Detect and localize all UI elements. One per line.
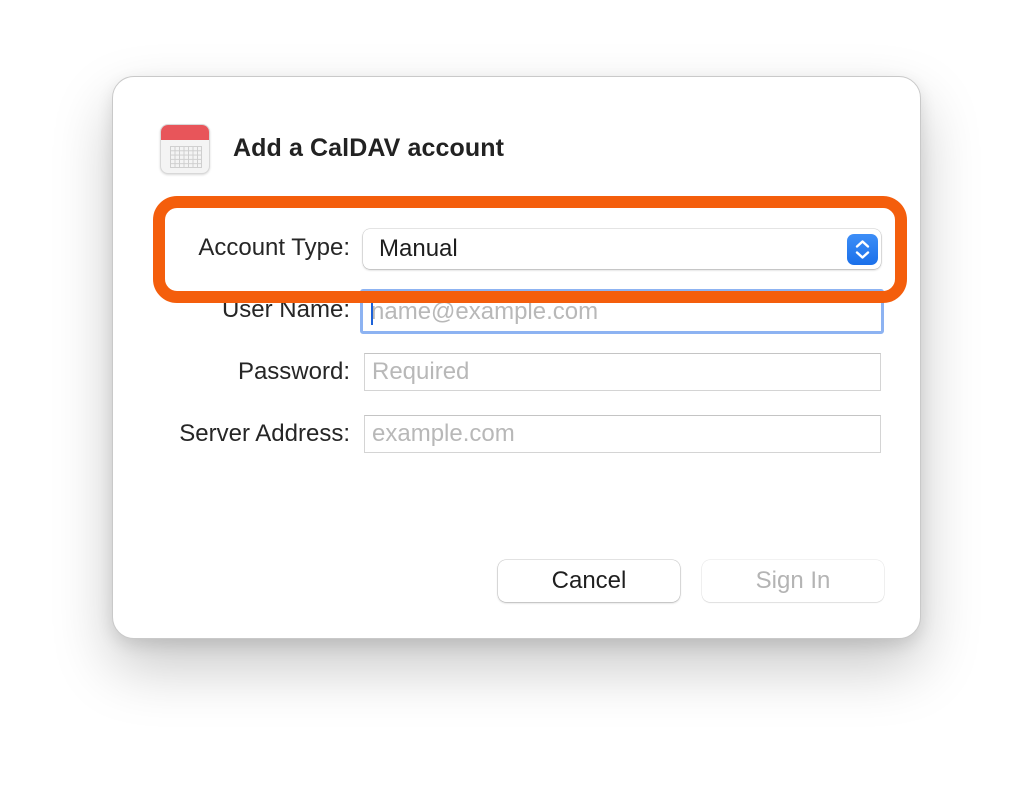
sign-in-button[interactable]: Sign In — [702, 560, 884, 602]
account-type-label: Account Type: — [198, 234, 350, 261]
cancel-button[interactable]: Cancel — [498, 560, 680, 602]
password-label: Password: — [237, 358, 350, 385]
server-address-field[interactable] — [364, 415, 881, 453]
user-name-label: User Name: — [221, 296, 350, 323]
stage: Add a CalDAV account Account Type: Manua… — [0, 0, 1034, 788]
calendar-icon-header — [161, 125, 209, 140]
password-input[interactable] — [365, 354, 880, 390]
password-field[interactable] — [364, 353, 881, 391]
updown-chevron-icon — [847, 234, 878, 265]
user-name-input[interactable] — [363, 292, 881, 331]
account-type-popup[interactable]: Manual — [363, 229, 881, 269]
account-type-value: Manual — [379, 235, 458, 262]
user-name-field[interactable] — [360, 289, 884, 334]
text-caret — [371, 299, 373, 325]
calendar-icon — [160, 124, 210, 174]
dialog-title: Add a CalDAV account — [233, 134, 505, 162]
calendar-icon-grid — [170, 146, 202, 168]
server-address-input[interactable] — [365, 416, 880, 452]
server-address-label: Server Address: — [179, 420, 350, 447]
caldav-dialog: Add a CalDAV account Account Type: Manua… — [112, 76, 921, 639]
